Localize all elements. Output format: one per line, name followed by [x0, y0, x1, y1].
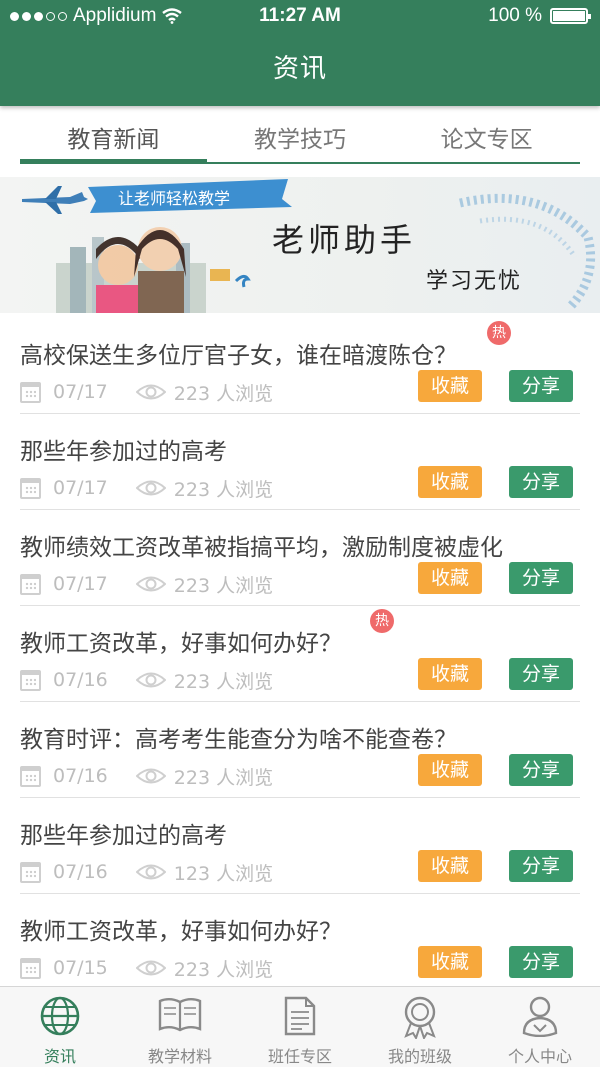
item-date: 07/16: [53, 669, 108, 691]
favorite-button[interactable]: 收藏: [418, 562, 482, 594]
tab-papers[interactable]: 论文专区: [393, 106, 580, 162]
item-date: 07/16: [53, 861, 108, 883]
eye-icon: [135, 480, 166, 496]
list-item[interactable]: 教育时评：高考考生能查分为啥不能查卷？ 07/16 223 人浏览 收藏 分享: [20, 702, 580, 798]
page-title: 资讯: [272, 54, 327, 84]
top-bar: Applidium 11:27 AM 100 % 资讯: [0, 0, 600, 106]
bottom-tab-news[interactable]: 资讯: [0, 987, 120, 1067]
item-date: 07/17: [53, 477, 108, 499]
item-meta: 07/16 223 人浏览: [20, 666, 273, 694]
item-date: 07/17: [53, 381, 108, 403]
banner-tagline: 学习无忧: [426, 269, 523, 294]
item-views: 223 人浏览: [173, 958, 274, 981]
hot-badge: 热: [370, 609, 394, 633]
eye-icon: [135, 768, 166, 784]
eye-icon: [135, 576, 166, 592]
list-item[interactable]: 教师工资改革，好事如何办好？ 热 07/16 223 人浏览 收藏 分享: [20, 606, 580, 702]
category-tabs: 教育新闻 教学技巧 论文专区: [20, 106, 580, 164]
item-title: 那些年参加过的高考: [20, 823, 227, 849]
favorite-button[interactable]: 收藏: [418, 466, 482, 498]
banner-headline: 老师助手: [272, 221, 417, 259]
item-meta: 07/17 223 人浏览: [20, 570, 273, 598]
item-views: 223 人浏览: [173, 382, 274, 405]
bottom-tab-label: 我的班级: [387, 1047, 452, 1066]
calendar-icon: [20, 381, 41, 403]
calendar-icon: [20, 957, 41, 979]
item-views: 123 人浏览: [173, 862, 274, 885]
item-title: 教育时评：高考考生能查分为啥不能查卷？: [20, 727, 457, 753]
favorite-button[interactable]: 收藏: [418, 658, 482, 690]
item-views: 223 人浏览: [173, 574, 274, 597]
share-button[interactable]: 分享: [509, 946, 573, 978]
item-views: 223 人浏览: [173, 670, 274, 693]
favorite-button[interactable]: 收藏: [418, 754, 482, 786]
eye-icon: [135, 864, 166, 880]
bottom-tab-bar: 资讯 教学材料 班任专区 我的班级 个人中心: [0, 986, 600, 1067]
eye-icon: [135, 960, 166, 976]
item-date: 07/17: [53, 573, 108, 595]
share-button[interactable]: 分享: [509, 466, 573, 498]
item-meta: 07/17 223 人浏览: [20, 474, 273, 502]
bottom-tab-class-teacher[interactable]: 班任专区: [240, 987, 360, 1067]
item-date: 07/16: [53, 765, 108, 787]
item-meta: 07/16 223 人浏览: [20, 762, 273, 790]
item-title: 教师绩效工资改革被指搞平均，激励制度被虚化: [20, 535, 503, 561]
calendar-icon: [20, 477, 41, 499]
status-bar: Applidium 11:27 AM 100 %: [0, 0, 600, 32]
favorite-button[interactable]: 收藏: [418, 850, 482, 882]
tab-education-news[interactable]: 教育新闻: [20, 106, 207, 164]
bottom-tab-my-class[interactable]: 我的班级: [360, 987, 480, 1067]
book-icon: [158, 998, 202, 1032]
bottom-tab-label: 班任专区: [267, 1047, 332, 1066]
award-icon: [404, 996, 436, 1039]
share-button[interactable]: 分享: [509, 658, 573, 690]
calendar-icon: [20, 573, 41, 595]
share-button[interactable]: 分享: [509, 562, 573, 594]
bottom-tab-profile[interactable]: 个人中心: [480, 987, 600, 1067]
item-title: 教师工资改革，好事如何办好？: [20, 631, 342, 657]
list-item[interactable]: 那些年参加过的高考 07/16 123 人浏览 收藏 分享: [20, 798, 580, 894]
item-views: 223 人浏览: [173, 766, 274, 789]
airplane-icon: [22, 186, 88, 214]
item-title: 高校保送生多位厅官子女，谁在暗渡陈仓？: [20, 343, 457, 369]
eye-icon: [135, 672, 166, 688]
banner-ribbon-text: 让老师轻松教学: [118, 189, 231, 208]
item-date: 07/15: [53, 957, 108, 979]
favorite-button[interactable]: 收藏: [418, 370, 482, 402]
item-title: 那些年参加过的高考: [20, 439, 227, 465]
battery-icon: [550, 8, 591, 24]
bottom-tab-label: 教学材料: [147, 1047, 212, 1066]
status-right: 100 %: [488, 5, 591, 27]
list-item[interactable]: 教师工资改革，好事如何办好？ 07/15 223 人浏览 收藏 分享: [20, 894, 580, 990]
teacher-photo: [56, 227, 251, 313]
user-icon: [522, 996, 558, 1037]
bottom-tab-label: 个人中心: [507, 1047, 572, 1066]
share-button[interactable]: 分享: [509, 370, 573, 402]
item-meta: 07/17 223 人浏览: [20, 378, 273, 406]
list-item[interactable]: 那些年参加过的高考 07/17 223 人浏览 收藏 分享: [20, 414, 580, 510]
share-button[interactable]: 分享: [509, 850, 573, 882]
promo-banner[interactable]: 让老师轻松教学 老师助手 学习无忧: [0, 177, 600, 313]
item-meta: 07/16 123 人浏览: [20, 858, 273, 886]
item-meta: 07/15 223 人浏览: [20, 954, 273, 982]
battery-percent: 100 %: [488, 5, 542, 26]
calendar-icon: [20, 669, 41, 691]
bottom-tab-materials[interactable]: 教学材料: [120, 987, 240, 1067]
calendar-icon: [20, 765, 41, 787]
share-button[interactable]: 分享: [509, 754, 573, 786]
globe-icon: [40, 996, 80, 1036]
favorite-button[interactable]: 收藏: [418, 946, 482, 978]
news-list: 高校保送生多位厅官子女，谁在暗渡陈仓？ 热 07/17 223 人浏览 收藏 分…: [20, 318, 580, 990]
tab-teaching-tips[interactable]: 教学技巧: [207, 106, 394, 162]
eye-icon: [135, 384, 166, 400]
document-icon: [284, 996, 316, 1036]
calendar-icon: [20, 861, 41, 883]
list-item[interactable]: 高校保送生多位厅官子女，谁在暗渡陈仓？ 热 07/17 223 人浏览 收藏 分…: [20, 318, 580, 414]
list-item[interactable]: 教师绩效工资改革被指搞平均，激励制度被虚化 07/17 223 人浏览 收藏 分…: [20, 510, 580, 606]
hot-badge: 热: [487, 321, 511, 345]
bottom-tab-label: 资讯: [43, 1047, 76, 1066]
item-views: 223 人浏览: [173, 478, 274, 501]
item-title: 教师工资改革，好事如何办好？: [20, 919, 342, 945]
